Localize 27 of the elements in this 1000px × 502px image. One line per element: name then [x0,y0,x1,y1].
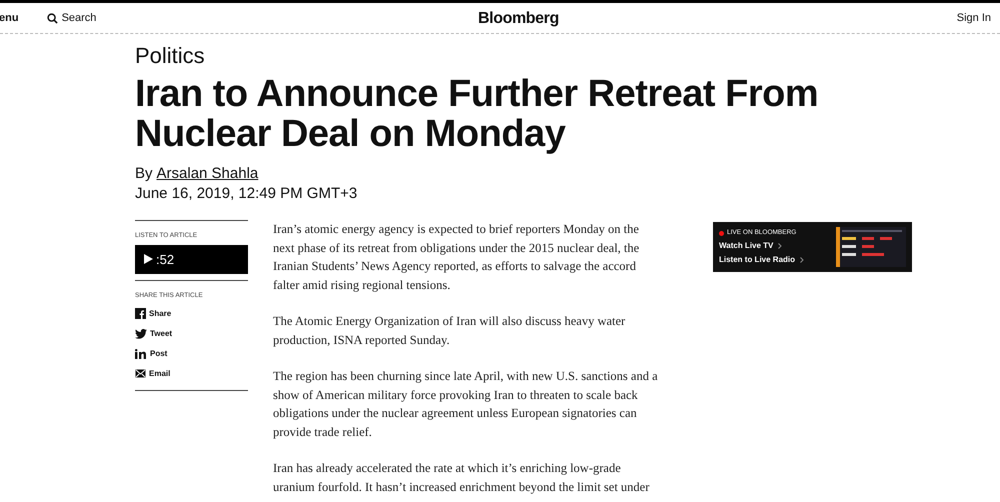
live-link[interactable]: Watch Live TV [719,240,804,252]
sign-in-link[interactable]: Sign In [956,10,991,26]
article-paragraph: Iran has already accelerated the rate at which it’s enriching low-grade uranium fourfold. It hasn’t increased enrichment beyond the limit set under [273,460,650,496]
byline-prefix: By [135,164,153,184]
logo[interactable]: Bloomberg [478,7,559,31]
search-icon [46,12,58,24]
play-audio-button[interactable]: :52 [135,244,248,274]
section-label: Politics [135,42,206,70]
chevron-icon [778,242,782,249]
chevron-icon [800,256,804,263]
live-link[interactable]: Listen to Live Radio [719,254,804,266]
publish-date: June 16, 2019, 12:49 PM GMT+3 [135,184,358,204]
envelope-icon [135,369,146,378]
article-paragraph: Iran’s atomic energy agency is expected to brief reporters Monday on the next phase of its retreat from obligations under the 2015 nuclear deal, the Iranian Students’ News Agency reported, as efforts to salvage the accord falter amid rising regional tensions. [273,221,640,294]
share-link[interactable]: Post [135,348,248,360]
bird-icon [135,328,147,338]
search-button[interactable]: Search [46,10,96,26]
share-link[interactable]: Email [135,368,248,380]
linkedin-icon [135,348,147,358]
article-paragraph: The Atomic Energy Organization of Iran will also discuss heavy water production, ISNA reported Sunday. [273,313,626,349]
share-link[interactable]: Share [135,308,248,320]
facebook-icon [135,308,146,319]
play-icon [144,254,153,264]
author-link[interactable]: Arsalan Shahla [156,164,258,184]
share-link[interactable]: Tweet [135,328,248,340]
article-paragraph: The region has been churning since late April, with new U.S. sanctions and a show of American military force provoking Iran to threaten to scale back obligations under the nuclear agreement unless European signatories can provide trade relief. [273,368,659,441]
headline: Iran to Announce Further Retreat From Nuclear Deal on Monday [135,74,820,154]
